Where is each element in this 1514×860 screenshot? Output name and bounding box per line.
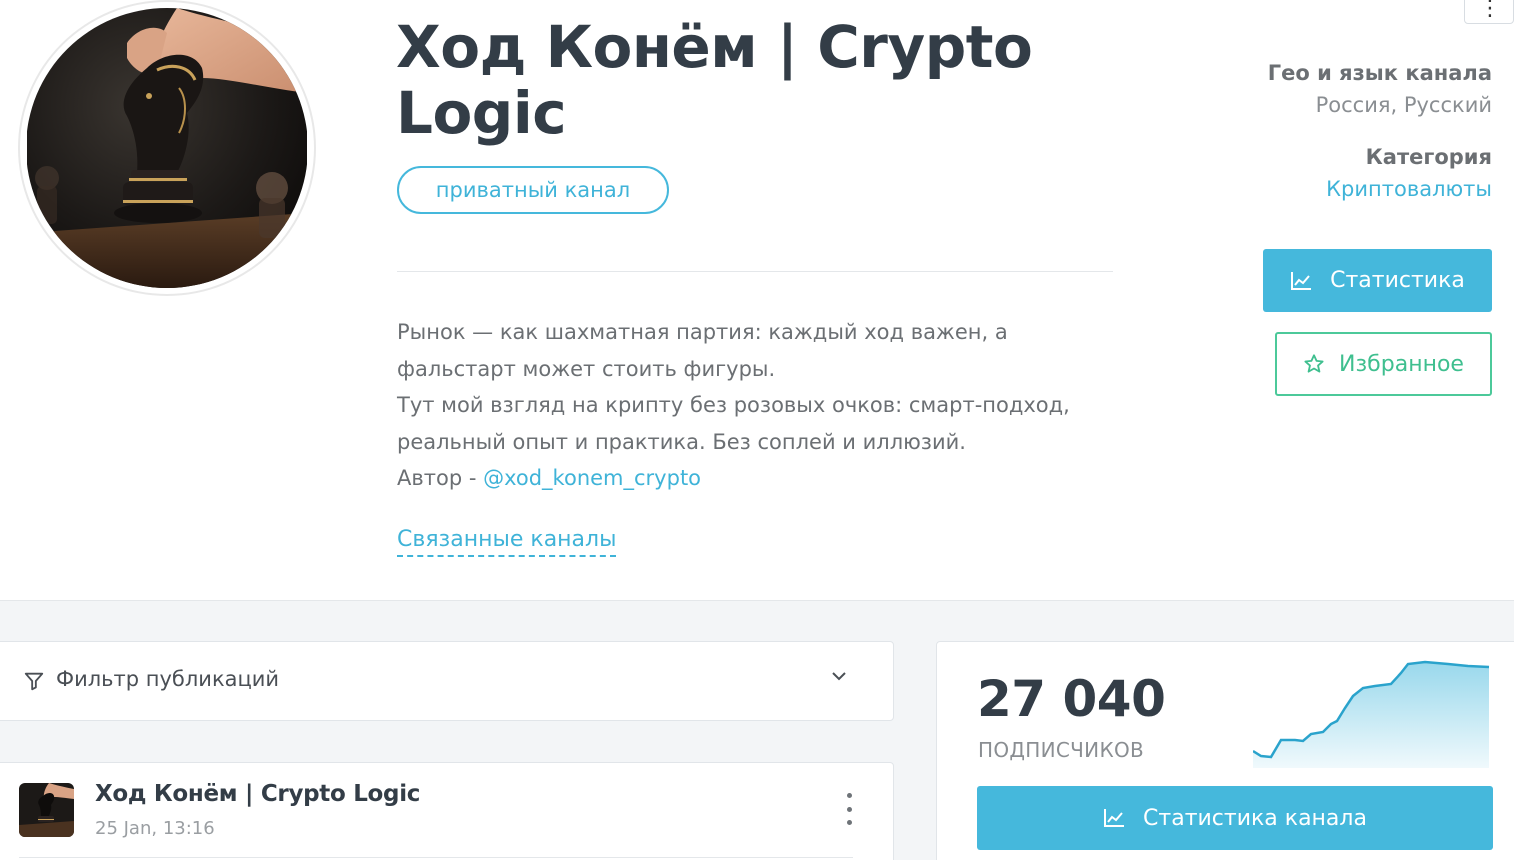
subscriber-label: подписчиков <box>978 738 1145 762</box>
header-divider <box>397 271 1113 272</box>
filter-label: Фильтр публикаций <box>56 667 280 691</box>
author-link[interactable]: @xod_konem_crypto <box>483 466 701 490</box>
post-channel-avatar <box>19 783 74 837</box>
favorite-button[interactable]: Избранное <box>1275 332 1492 396</box>
channel-title: Ход Конём | Crypto Logic <box>396 13 1033 147</box>
statistics-button-label: Статистика <box>1330 268 1465 293</box>
favorite-button-label: Избранное <box>1339 351 1464 377</box>
geo-value: Россия, Русский <box>1315 93 1492 117</box>
description-author-line: Автор - @xod_konem_crypto <box>397 460 1117 497</box>
subscribers-card: 27 040 подписчиков Статистика канала <box>936 641 1514 860</box>
statistics-button[interactable]: Статистика <box>1263 249 1492 312</box>
line-chart-icon <box>1104 809 1125 827</box>
channel-statistics-button-label: Статистика канала <box>1143 805 1367 831</box>
author-prefix: Автор - <box>397 466 484 490</box>
subscriber-sparkline <box>1253 660 1490 768</box>
category-block: Категория Криптовалюты <box>1326 142 1492 206</box>
publications-filter[interactable]: Фильтр публикаций <box>0 641 894 721</box>
channel-header: ⋮ Ход Конём | Crypto Logic приватный кан… <box>0 0 1514 600</box>
post-channel-name[interactable]: Ход Конём | Crypto Logic <box>95 781 420 807</box>
line-chart-icon <box>1291 271 1312 290</box>
star-outline-icon <box>1304 354 1324 373</box>
chess-knight-image <box>27 8 307 288</box>
kebab-menu-icon <box>846 793 852 798</box>
description-line: реальный опыт и практика. Без соплей и и… <box>397 429 966 454</box>
channel-statistics-button[interactable]: Статистика канала <box>977 786 1493 850</box>
funnel-icon <box>24 672 44 691</box>
chess-knight-thumbnail <box>19 783 74 837</box>
post-menu-button[interactable] <box>839 793 859 825</box>
post-divider <box>19 857 853 858</box>
channel-description: Рынок — как шахматная партия: каждый ход… <box>397 314 1117 497</box>
description-line: Рынок — как шахматная партия: каждый ход… <box>397 320 1008 344</box>
kebab-menu-icon: ⋮ <box>1479 0 1501 21</box>
description-line: фальстарт может стоить фигуры. <box>397 356 776 381</box>
subscriber-count: 27 040 <box>977 670 1166 728</box>
top-menu-button[interactable]: ⋮ <box>1464 0 1514 24</box>
channel-avatar <box>18 0 316 296</box>
related-channels-link[interactable]: Связанные каналы <box>397 526 617 557</box>
post-card: Ход Конём | Crypto Logic 25 Jan, 13:16 <box>0 762 894 860</box>
chevron-down-icon[interactable] <box>829 666 849 686</box>
category-value[interactable]: Криптовалюты <box>1326 172 1492 206</box>
geo-block: Гео и язык канала Россия, Русский <box>1268 58 1492 122</box>
geo-heading: Гео и язык канала <box>1267 61 1492 85</box>
post-timestamp: 25 Jan, 13:16 <box>95 818 215 839</box>
private-channel-badge: приватный канал <box>397 166 669 214</box>
category-heading: Категория <box>1365 145 1492 169</box>
description-line: Тут мой взгляд на крипту без розовых очк… <box>397 393 1070 417</box>
